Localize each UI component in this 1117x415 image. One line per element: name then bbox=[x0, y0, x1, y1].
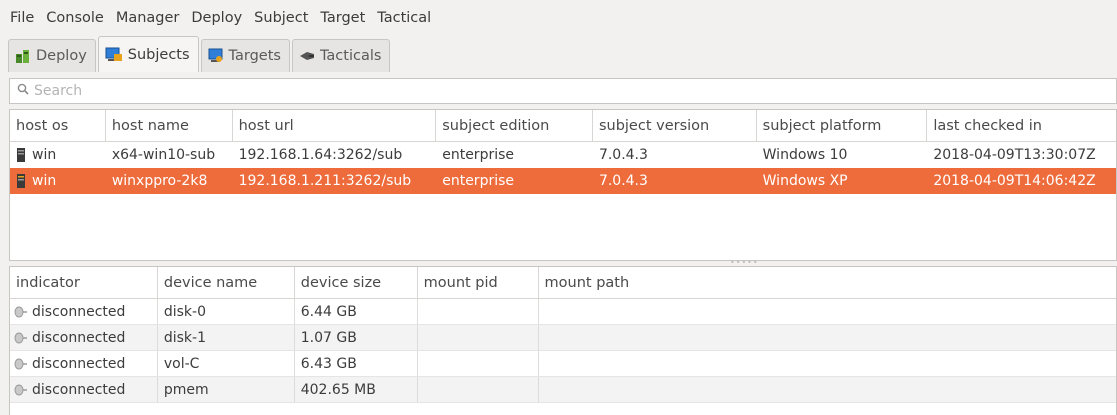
device-name: disk-0 bbox=[158, 299, 295, 324]
col-mount-pid[interactable]: mount pid bbox=[418, 267, 539, 298]
col-host-name[interactable]: host name bbox=[106, 110, 233, 141]
mount-pid bbox=[418, 377, 539, 402]
table-row[interactable]: disconnected vol-C 6.43 GB bbox=[10, 351, 1116, 377]
indicator-text: disconnected bbox=[32, 329, 126, 346]
col-host-url[interactable]: host url bbox=[233, 110, 437, 141]
host-name: x64-win10-sub bbox=[111, 147, 216, 163]
mount-path bbox=[539, 325, 1116, 350]
indicator-text: disconnected bbox=[32, 355, 126, 372]
tab-tacticals[interactable]: Tacticals bbox=[291, 39, 391, 72]
mount-path bbox=[539, 377, 1116, 402]
subject-platform: Windows 10 bbox=[762, 147, 848, 163]
disk-disconnected-icon bbox=[14, 305, 28, 319]
mount-path bbox=[539, 299, 1116, 324]
mount-path bbox=[539, 351, 1116, 376]
devices-header: indicator device name device size mount … bbox=[10, 267, 1116, 299]
last-checked-in: 2018-04-09T14:06:42Z bbox=[933, 173, 1096, 189]
col-last-checked-in[interactable]: last checked in bbox=[927, 110, 1116, 141]
mount-pid bbox=[418, 299, 539, 324]
col-subject-version[interactable]: subject version bbox=[593, 110, 757, 141]
col-subject-platform[interactable]: subject platform bbox=[757, 110, 928, 141]
subjects-icon bbox=[105, 47, 123, 63]
table-row[interactable]: win x64-win10-sub 192.168.1.64:3262/sub … bbox=[10, 142, 1116, 168]
subject-version: 7.0.4.3 bbox=[598, 173, 648, 189]
col-indicator[interactable]: indicator bbox=[10, 267, 158, 298]
tacticals-icon bbox=[299, 48, 315, 64]
search-box bbox=[9, 78, 1117, 104]
search-input[interactable] bbox=[34, 83, 1034, 99]
col-subject-edition[interactable]: subject edition bbox=[436, 110, 593, 141]
device-size: 6.44 GB bbox=[295, 299, 418, 324]
subject-platform: Windows XP bbox=[762, 173, 848, 189]
device-name: pmem bbox=[158, 377, 295, 402]
deploy-icon bbox=[15, 48, 31, 64]
targets-icon bbox=[208, 48, 224, 64]
subjects-header: host os host name host url subject editi… bbox=[10, 110, 1116, 142]
table-row[interactable]: disconnected disk-0 6.44 GB bbox=[10, 299, 1116, 325]
host-name: winxppro-2k8 bbox=[111, 173, 208, 189]
table-row[interactable]: win winxppro-2k8 192.168.1.211:3262/sub … bbox=[10, 168, 1116, 194]
table-row[interactable]: disconnected disk-1 1.07 GB bbox=[10, 325, 1116, 351]
menu-console[interactable]: Console bbox=[40, 0, 110, 36]
indicator-text: disconnected bbox=[32, 303, 126, 320]
mount-pid bbox=[418, 351, 539, 376]
tab-bar: Deploy Subjects Targets Tacticals bbox=[8, 36, 392, 72]
table-row[interactable]: disconnected pmem 402.65 MB bbox=[10, 377, 1116, 403]
subject-edition: enterprise bbox=[442, 173, 515, 189]
search-icon bbox=[17, 83, 29, 99]
menu-target[interactable]: Target bbox=[314, 0, 371, 36]
devices-table: indicator device name device size mount … bbox=[9, 266, 1117, 415]
host-os: win bbox=[32, 147, 57, 163]
disk-disconnected-icon bbox=[14, 383, 28, 397]
mount-pid bbox=[418, 325, 539, 350]
subjects-table: host os host name host url subject editi… bbox=[9, 109, 1117, 261]
disk-disconnected-icon bbox=[14, 357, 28, 371]
menu-bar: File Console Manager Deploy Subject Targ… bbox=[0, 0, 1117, 36]
col-device-size[interactable]: device size bbox=[295, 267, 418, 298]
host-os: win bbox=[32, 173, 57, 189]
tab-label: Subjects bbox=[127, 46, 190, 63]
subject-edition: enterprise bbox=[442, 147, 515, 163]
device-name: vol-C bbox=[158, 351, 295, 376]
menu-manager[interactable]: Manager bbox=[110, 0, 186, 36]
tab-targets[interactable]: Targets bbox=[200, 39, 290, 72]
col-mount-path[interactable]: mount path bbox=[539, 267, 1116, 298]
tab-label: Targets bbox=[228, 48, 281, 64]
last-checked-in: 2018-04-09T13:30:07Z bbox=[933, 147, 1096, 163]
device-size: 402.65 MB bbox=[295, 377, 418, 402]
menu-file[interactable]: File bbox=[4, 0, 40, 36]
subject-version: 7.0.4.3 bbox=[598, 147, 648, 163]
indicator-text: disconnected bbox=[32, 381, 126, 398]
device-size: 1.07 GB bbox=[295, 325, 418, 350]
host-url: 192.168.1.211:3262/sub bbox=[238, 173, 412, 189]
tab-deploy[interactable]: Deploy bbox=[8, 39, 96, 72]
col-host-os[interactable]: host os bbox=[10, 110, 106, 141]
menu-tactical[interactable]: Tactical bbox=[371, 0, 437, 36]
tab-label: Deploy bbox=[36, 48, 87, 64]
windows-host-icon bbox=[16, 147, 26, 163]
tab-subjects[interactable]: Subjects bbox=[97, 36, 199, 72]
windows-host-icon bbox=[16, 173, 26, 189]
menu-deploy[interactable]: Deploy bbox=[185, 0, 248, 36]
device-name: disk-1 bbox=[158, 325, 295, 350]
col-device-name[interactable]: device name bbox=[158, 267, 295, 298]
host-url: 192.168.1.64:3262/sub bbox=[238, 147, 403, 163]
menu-subject[interactable]: Subject bbox=[248, 0, 314, 36]
device-size: 6.43 GB bbox=[295, 351, 418, 376]
disk-disconnected-icon bbox=[14, 331, 28, 345]
tab-label: Tacticals bbox=[319, 48, 382, 64]
